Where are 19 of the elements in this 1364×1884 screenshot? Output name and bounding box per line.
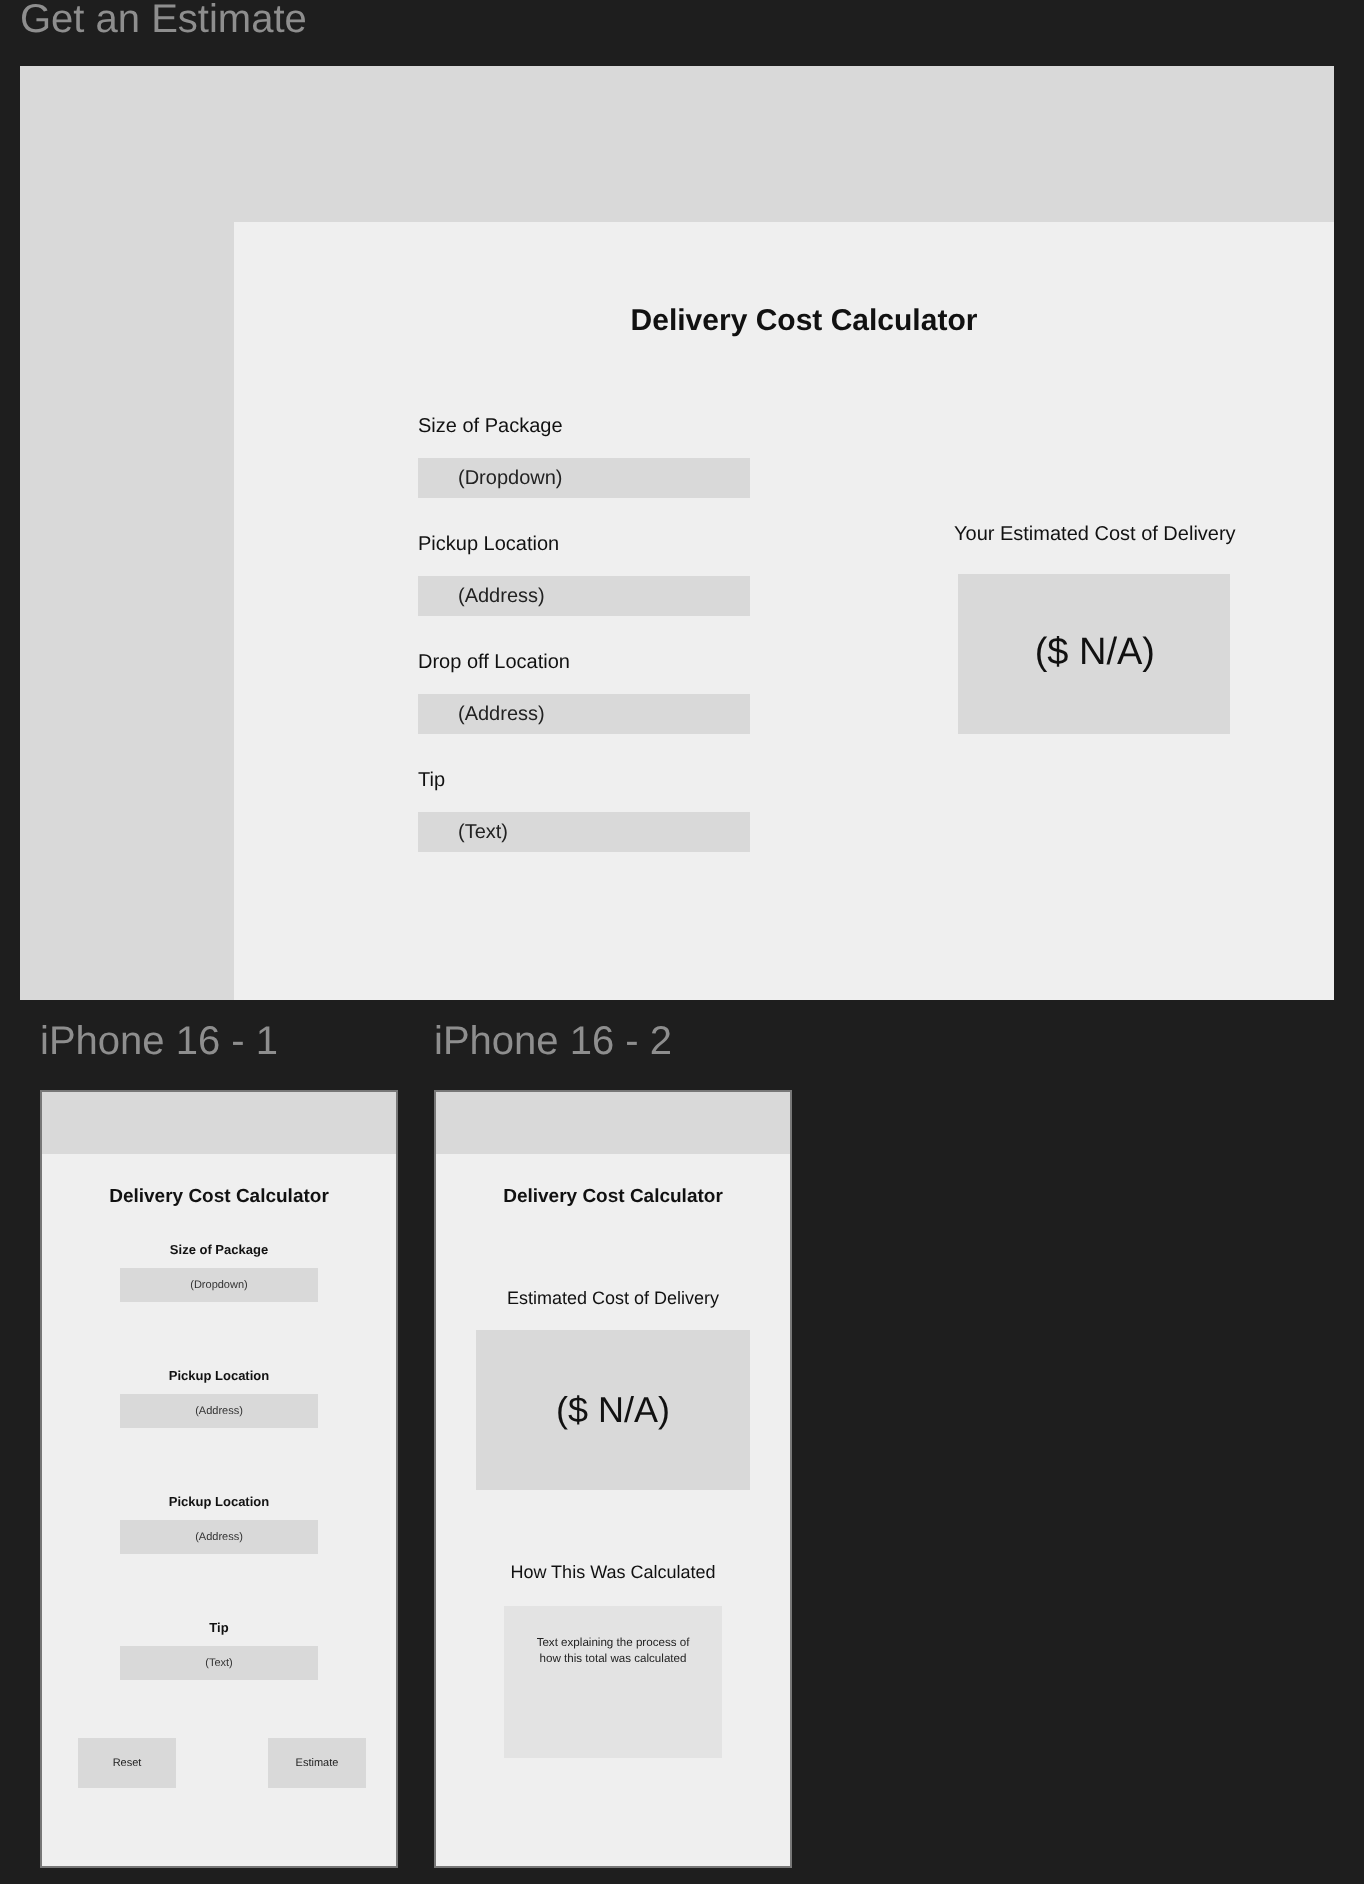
input-field[interactable]: (Address) — [418, 576, 750, 616]
field-label: Tip — [418, 768, 448, 796]
result-label: Your Estimated Cost of Delivery — [954, 522, 1236, 550]
page-title: Delivery Cost Calculator — [628, 304, 980, 338]
page-title: Delivery Cost Calculator — [503, 1186, 723, 1208]
input-field[interactable]: (Dropdown) — [418, 458, 750, 498]
frame-title: Get an Estimate — [20, 0, 309, 44]
frame-title: iPhone 16 - 2 — [434, 1018, 674, 1066]
result-label: Estimated Cost of Delivery — [506, 1288, 720, 1308]
field-label: Pickup Location — [418, 532, 562, 560]
field-label: Drop off Location — [418, 650, 572, 678]
frame-title: iPhone 16 - 1 — [40, 1018, 280, 1066]
input-field[interactable]: (Address) — [418, 694, 750, 734]
result-box: ($ N/A) — [476, 1330, 750, 1490]
result-box: ($ N/A) — [958, 574, 1231, 734]
input-field[interactable]: (Text) — [418, 812, 750, 852]
page-title: Delivery Cost Calculator — [109, 1186, 329, 1208]
field-label: Size of Package — [418, 414, 565, 442]
section-title: How This Was Calculated — [510, 1562, 716, 1582]
